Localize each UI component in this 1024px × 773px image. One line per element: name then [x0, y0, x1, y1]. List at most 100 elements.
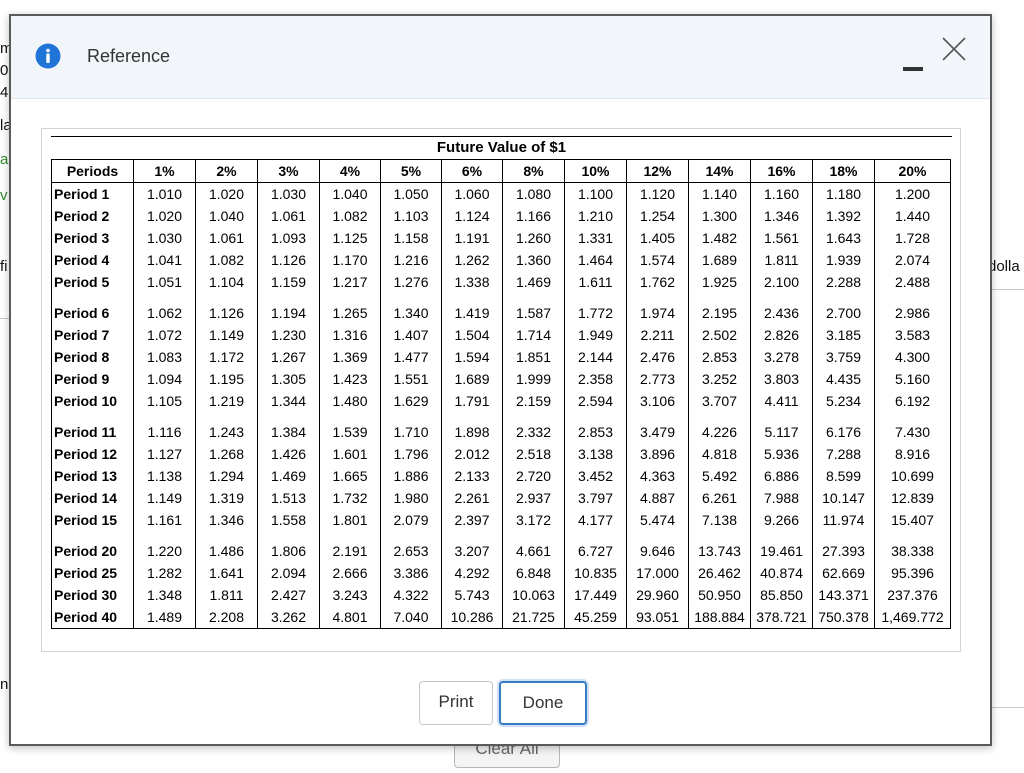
divider	[992, 707, 1024, 708]
column-header: 12%	[626, 159, 689, 183]
table-cell: 1.094	[133, 368, 196, 390]
table-cell: 2.100	[750, 271, 813, 293]
table-cell: 1.072	[133, 324, 196, 346]
table-cell: 3.106	[626, 390, 689, 412]
table-cell: 3.896	[626, 443, 689, 465]
reference-dialog: Reference Future Value of $1 Periods 1% …	[9, 14, 992, 746]
table-cell: 1.714	[502, 324, 565, 346]
table-cell: 1.469	[502, 271, 565, 293]
table-cell: 95.396	[874, 562, 951, 584]
dialog-header: Reference	[11, 16, 990, 99]
table-cell: 2.700	[812, 293, 875, 324]
future-value-table: Periods 1% 2% 3% 4% 5% 6% 8% 10% 12% 14%…	[51, 159, 951, 629]
table-cell: 1.010	[133, 182, 196, 205]
table-cell: 1.806	[257, 531, 320, 562]
table-cell: 1.710	[380, 412, 442, 443]
column-header: 4%	[319, 159, 381, 183]
table-cell: 2.133	[441, 465, 503, 487]
table-cell: 2.332	[502, 412, 565, 443]
divider	[0, 318, 9, 319]
table-cell: 1.230	[257, 324, 320, 346]
table-cell: 2.211	[626, 324, 689, 346]
table-cell: 1.689	[688, 249, 751, 271]
table-cell: 1.440	[874, 205, 951, 227]
period-label: Period 7	[51, 324, 134, 346]
table-cell: 2.653	[380, 531, 442, 562]
table-cell: 19.461	[750, 531, 813, 562]
period-label: Period 15	[51, 509, 134, 531]
table-cell: 3.803	[750, 368, 813, 390]
table-cell: 1.513	[257, 487, 320, 509]
period-label: Period 14	[51, 487, 134, 509]
future-value-table-container: Future Value of $1 Periods 1% 2% 3% 4% 5…	[51, 136, 952, 629]
column-header: 3%	[257, 159, 320, 183]
table-cell: 1.083	[133, 346, 196, 368]
table-cell: 1.105	[133, 390, 196, 412]
table-caption: Future Value of $1	[436, 139, 567, 156]
table-cell: 1.210	[564, 205, 627, 227]
table-cell: 1.340	[380, 293, 442, 324]
table-cell: 6.848	[502, 562, 565, 584]
done-button[interactable]: Done	[499, 681, 587, 725]
table-cell: 1.886	[380, 465, 442, 487]
period-label: Period 25	[51, 562, 134, 584]
table-cell: 10.835	[564, 562, 627, 584]
table-cell: 1.124	[441, 205, 503, 227]
table-cell: 6.192	[874, 390, 951, 412]
minimize-icon[interactable]	[901, 53, 925, 73]
table-cell: 1.126	[195, 293, 258, 324]
table-cell: 143.371	[812, 584, 875, 606]
table-cell: 2.937	[502, 487, 565, 509]
table-cell: 3.386	[380, 562, 442, 584]
table-cell: 1.561	[750, 227, 813, 249]
table-cell: 1.158	[380, 227, 442, 249]
table-cell: 1.426	[257, 443, 320, 465]
period-label: Period 1	[51, 182, 134, 205]
table-cell: 1.486	[195, 531, 258, 562]
table-cell: 4.661	[502, 531, 565, 562]
table-cell: 1.194	[257, 293, 320, 324]
table-cell: 1.319	[195, 487, 258, 509]
table-cell: 1.125	[319, 227, 381, 249]
table-cell: 1.216	[380, 249, 442, 271]
close-icon[interactable]	[941, 36, 967, 62]
table-cell: 1.539	[319, 412, 381, 443]
table-row: Period 7 1.072 1.149 1.230 1.316 1.407 1.504 1.…	[51, 324, 951, 346]
table-cell: 1.030	[257, 182, 320, 205]
table-cell: 3.797	[564, 487, 627, 509]
table-cell: 1.489	[133, 606, 196, 629]
table-cell: 1.464	[564, 249, 627, 271]
table-cell: 4.292	[441, 562, 503, 584]
print-button[interactable]: Print	[419, 681, 493, 725]
table-row: Period 4 1.041 1.082 1.126 1.170 1.216 1.262 1.…	[51, 249, 951, 271]
table-cell: 1.061	[195, 227, 258, 249]
column-header: 1%	[133, 159, 196, 183]
table-cell: 1.851	[502, 346, 565, 368]
table-cell: 2.288	[812, 271, 875, 293]
table-cell: 237.376	[874, 584, 951, 606]
table-cell: 6.261	[688, 487, 751, 509]
table-cell: 1.469	[257, 465, 320, 487]
table-cell: 3.185	[812, 324, 875, 346]
table-cell: 5.492	[688, 465, 751, 487]
table-cell: 3.243	[319, 584, 381, 606]
table-cell: 1.594	[441, 346, 503, 368]
table-cell: 10.286	[441, 606, 503, 629]
table-cell: 2.720	[502, 465, 565, 487]
table-row: Period 13 1.138 1.294 1.469 1.665 1.886 2.133 2…	[51, 465, 951, 487]
table-cell: 1.030	[133, 227, 196, 249]
table-cell: 1.159	[257, 271, 320, 293]
table-cell: 4.226	[688, 412, 751, 443]
period-label: Period 4	[51, 249, 134, 271]
table-cell: 6.727	[564, 531, 627, 562]
table-cell: 1.020	[133, 205, 196, 227]
table-cell: 1.262	[441, 249, 503, 271]
table-cell: 10.699	[874, 465, 951, 487]
background-text: dolla	[988, 258, 1020, 275]
background-text: 4	[0, 84, 9, 101]
table-cell: 1.551	[380, 368, 442, 390]
period-label: Period 8	[51, 346, 134, 368]
table-cell: 3.479	[626, 412, 689, 443]
table-cell: 7.430	[874, 412, 951, 443]
table-cell: 2.476	[626, 346, 689, 368]
